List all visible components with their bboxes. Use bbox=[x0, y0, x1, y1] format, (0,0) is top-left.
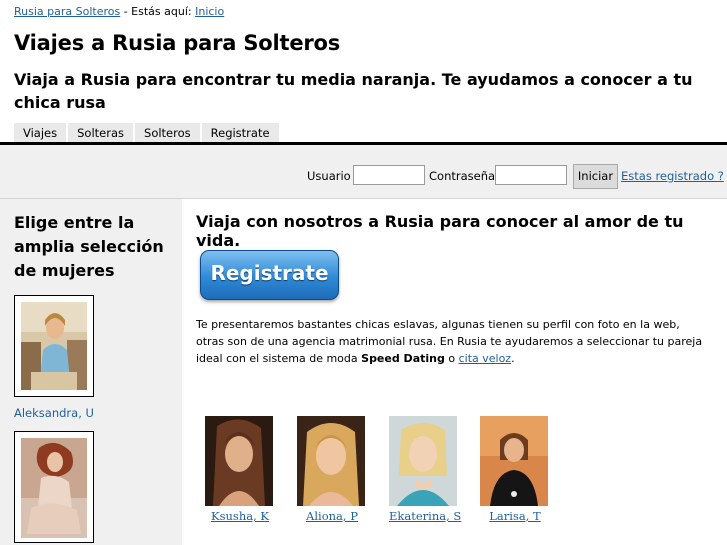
profile-photo-image bbox=[480, 416, 548, 506]
main-nav: Viajes Solteras Solteros Registrate bbox=[14, 123, 279, 144]
featured-profile-name[interactable]: Ekaterina, S bbox=[389, 509, 461, 523]
featured-profile-name[interactable]: Aliona, P bbox=[297, 509, 367, 523]
tab-viajes[interactable]: Viajes bbox=[14, 123, 67, 144]
sidebar: Elige entre la amplia selección de mujer… bbox=[0, 199, 182, 545]
featured-profile-aliona[interactable]: Aliona, P bbox=[297, 416, 367, 523]
featured-profile-larisa[interactable]: Larisa, T bbox=[480, 416, 550, 523]
register-button[interactable]: Registrate bbox=[200, 250, 339, 300]
login-bar: Usuario Contraseña Iniciar Estas registr… bbox=[0, 145, 727, 199]
site-tagline: Viaja a Rusia para encontrar tu media na… bbox=[14, 70, 693, 112]
breadcrumb: Rusia para Solteros - Estás aquí: Inicio bbox=[14, 5, 224, 18]
login-button[interactable]: Iniciar bbox=[573, 164, 618, 189]
site-title: Viajes a Rusia para Solteros bbox=[14, 31, 341, 55]
sidebar-title: Elige entre la amplia selección de mujer… bbox=[14, 213, 164, 280]
profile-photo-second[interactable] bbox=[14, 431, 94, 543]
main-title: Viaja con nosotros a Rusia para conocer … bbox=[196, 212, 684, 250]
cita-veloz-link[interactable]: cita veloz bbox=[459, 352, 512, 365]
featured-profile-ksusha[interactable]: Ksusha, K bbox=[205, 416, 275, 523]
profile-photo-image bbox=[21, 438, 87, 538]
featured-profile-ekaterina[interactable]: Ekaterina, S bbox=[389, 416, 461, 523]
intro-end: . bbox=[511, 352, 515, 365]
profile-photo-image bbox=[205, 416, 273, 506]
password-input[interactable] bbox=[495, 165, 567, 185]
profile-name-aleksandra[interactable]: Aleksandra, U bbox=[14, 406, 94, 420]
tab-solteros[interactable]: Solteros bbox=[135, 123, 200, 144]
intro-bold-speed-dating: Speed Dating bbox=[361, 352, 445, 365]
profile-photo-image bbox=[297, 416, 365, 506]
intro-paragraph: Te presentaremos bastantes chicas eslava… bbox=[196, 316, 711, 367]
profile-photo-image bbox=[389, 416, 457, 506]
breadcrumb-separator: - Estás aquí: bbox=[120, 5, 196, 18]
profile-photo-aleksandra[interactable] bbox=[14, 295, 94, 397]
register-button-label: Registrate bbox=[210, 261, 329, 285]
username-input[interactable] bbox=[353, 165, 425, 185]
tab-registrate[interactable]: Registrate bbox=[201, 123, 279, 144]
profile-photo-image bbox=[21, 302, 87, 390]
featured-profile-name[interactable]: Ksusha, K bbox=[205, 509, 275, 523]
username-label: Usuario bbox=[307, 169, 351, 183]
intro-connector: o bbox=[444, 352, 459, 365]
register-link[interactable]: Estas registrado ? bbox=[621, 169, 724, 183]
breadcrumb-current-link[interactable]: Inicio bbox=[195, 5, 224, 18]
featured-profile-name[interactable]: Larisa, T bbox=[480, 509, 550, 523]
tab-solteras[interactable]: Solteras bbox=[68, 123, 134, 144]
password-label: Contraseña bbox=[429, 169, 496, 183]
breadcrumb-home-link[interactable]: Rusia para Solteros bbox=[14, 5, 120, 18]
